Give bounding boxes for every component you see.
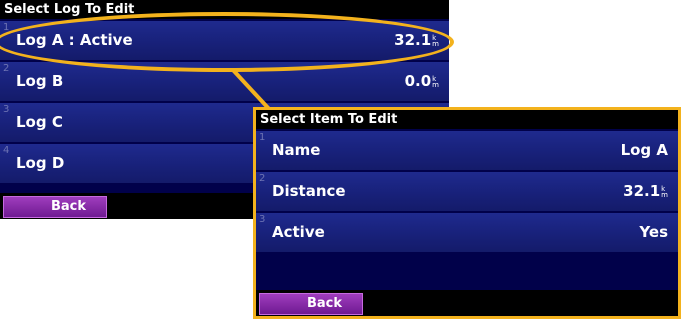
item-edit-screen: Select Item To Edit 1 Name Log A 2 Dista… — [253, 107, 681, 319]
item-number: 3 — [259, 214, 266, 225]
item-label: Active — [272, 223, 325, 241]
screen-title: Select Item To Edit — [256, 110, 678, 129]
item-value: Yes — [639, 223, 668, 241]
item-number: 1 — [259, 132, 266, 143]
item-distance[interactable]: 2 Distance 32.1 k m — [256, 172, 678, 211]
bottom-bar: Back — [256, 290, 678, 316]
item-label: Name — [272, 141, 321, 159]
item-active[interactable]: 3 Active Yes — [256, 213, 678, 252]
item-number: 2 — [259, 173, 266, 184]
item-name[interactable]: 1 Name Log A — [256, 131, 678, 170]
distance-value: 32.1 — [623, 182, 661, 200]
item-label: Distance — [272, 182, 346, 200]
back-button[interactable]: Back — [259, 293, 363, 315]
item-value: Log A — [620, 141, 668, 159]
unit-bottom: m — [661, 190, 668, 199]
item-list: 1 Name Log A 2 Distance 32.1 k m 3 Activ… — [256, 131, 678, 252]
distance-unit: k m — [661, 185, 668, 199]
item-value: 32.1 k m — [623, 172, 668, 211]
